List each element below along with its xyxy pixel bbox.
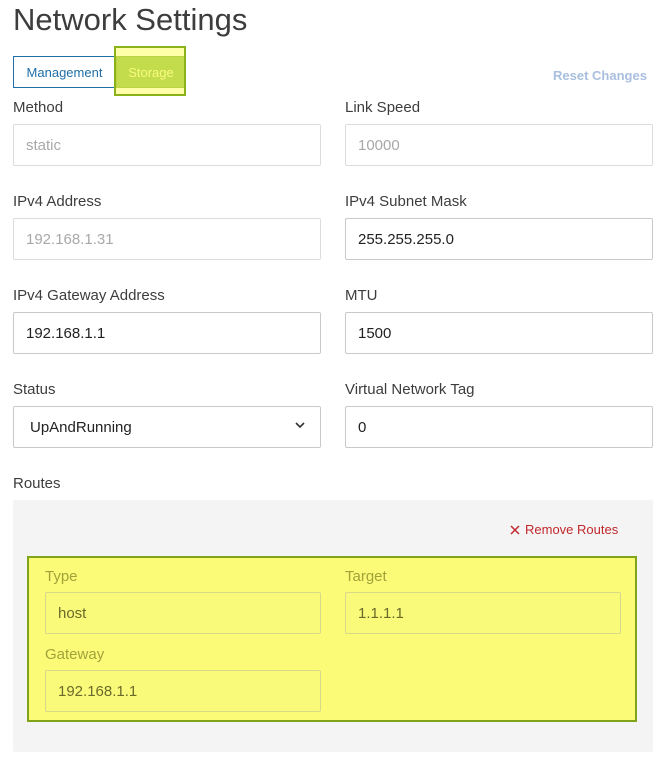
remove-routes-label: Remove Routes <box>525 522 619 537</box>
vlan-input[interactable]: 0 <box>345 406 653 448</box>
link-speed-label: Link Speed <box>345 99 421 116</box>
route-gateway-input[interactable]: 192.168.1.1 <box>45 670 321 712</box>
mtu-label: MTU <box>345 287 378 304</box>
route-gateway-label: Gateway <box>45 646 105 663</box>
ipv4-gateway-input[interactable]: 192.168.1.1 <box>13 312 321 354</box>
method-label: Method <box>13 99 64 116</box>
ipv4-subnet-label: IPv4 Subnet Mask <box>345 193 467 210</box>
reset-changes-button[interactable]: Reset Changes <box>553 68 647 83</box>
route-type-label: Type <box>45 568 78 585</box>
chevron-down-icon <box>295 422 305 429</box>
route-target-input[interactable]: 1.1.1.1 <box>345 592 621 634</box>
close-icon <box>510 524 520 535</box>
tab-management[interactable]: Management <box>13 56 116 88</box>
tab-storage[interactable]: Storage <box>116 56 186 88</box>
link-speed-field[interactable]: 10000 <box>345 124 653 166</box>
page-title: Network Settings <box>13 2 248 37</box>
route-target-label: Target <box>345 568 387 585</box>
mtu-input[interactable]: 1500 <box>345 312 653 354</box>
routes-label: Routes <box>13 475 61 492</box>
ipv4-address-field[interactable]: 192.168.1.31 <box>13 218 321 260</box>
remove-routes-button[interactable]: Remove Routes <box>510 522 618 537</box>
status-select[interactable]: UpAndRunning <box>13 406 321 448</box>
ipv4-address-label: IPv4 Address <box>13 193 102 210</box>
status-select-value: UpAndRunning <box>30 418 132 436</box>
method-field[interactable]: static <box>13 124 321 166</box>
route-type-input[interactable]: host <box>45 592 321 634</box>
ipv4-subnet-input[interactable]: 255.255.255.0 <box>345 218 653 260</box>
ipv4-gateway-label: IPv4 Gateway Address <box>13 287 165 304</box>
vlan-label: Virtual Network Tag <box>345 381 475 398</box>
status-label: Status <box>13 381 56 398</box>
